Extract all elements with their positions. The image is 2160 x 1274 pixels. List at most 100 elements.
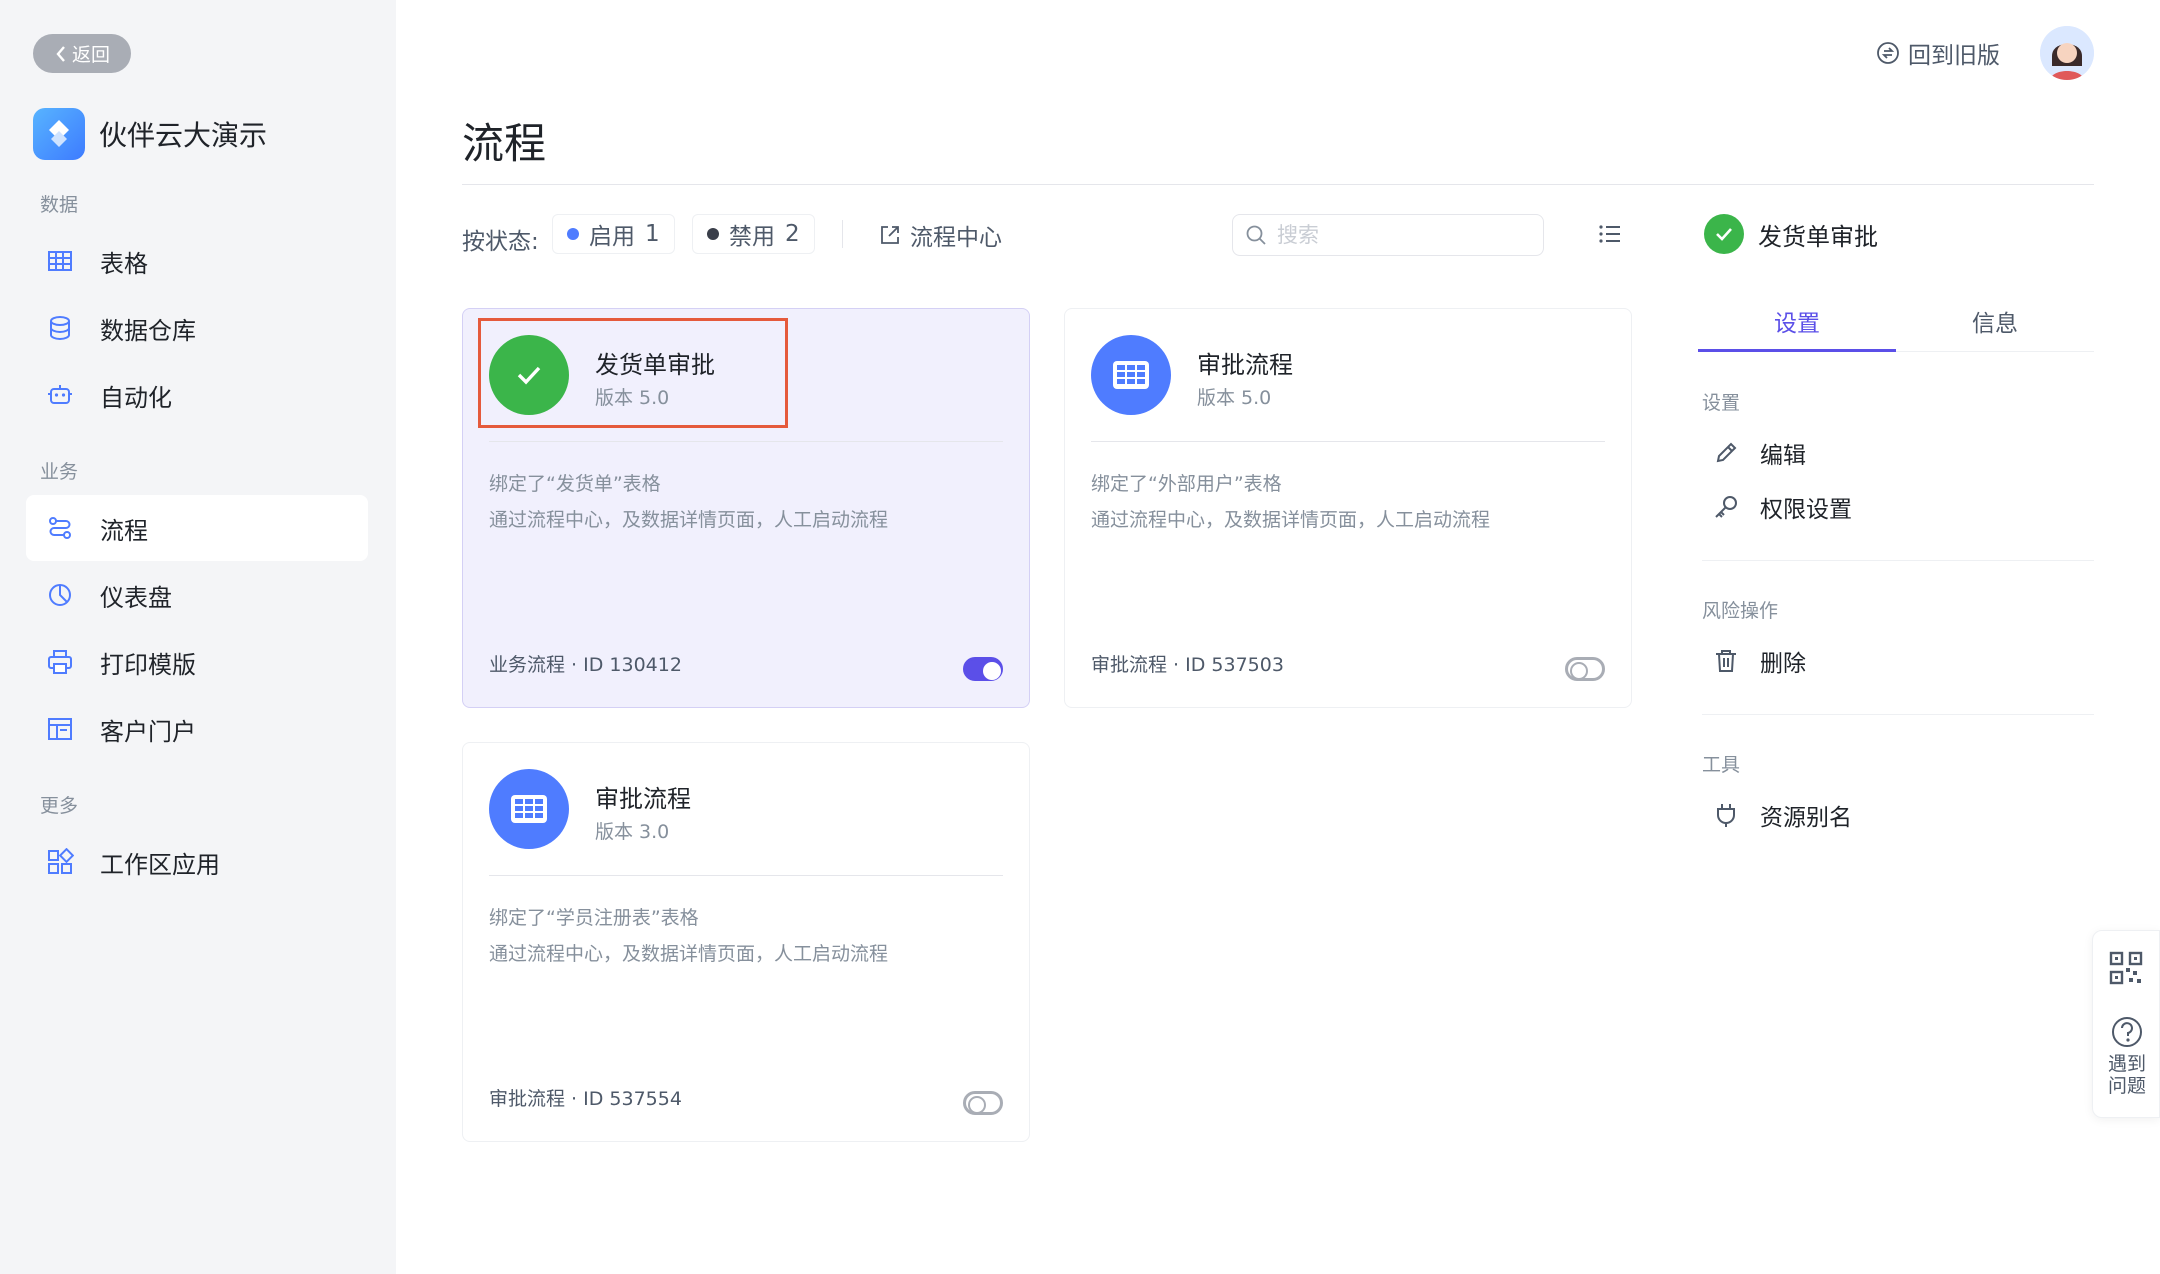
section-tools-heading: 工具: [1702, 754, 1741, 776]
sidebar-item-customer-portal[interactable]: 客户门户: [26, 696, 368, 762]
filter-enabled-count: 1: [645, 221, 660, 247]
flow-icon: [49, 517, 71, 539]
flow-enable-toggle[interactable]: [963, 657, 1003, 681]
flow-enable-toggle[interactable]: [963, 1091, 1003, 1115]
sidebar-item-table[interactable]: 表格: [26, 228, 368, 294]
card-divider: [489, 875, 1003, 876]
resource-alias-button[interactable]: 资源别名: [1712, 798, 1852, 832]
trash-icon: [1716, 650, 1736, 672]
sidebar-item-workspace-apps[interactable]: 工作区应用: [26, 829, 368, 895]
sidebar-item-flow[interactable]: 流程: [26, 495, 368, 561]
plug-icon: [1717, 804, 1735, 827]
flow-version: 版本 3.0: [595, 821, 670, 843]
app-logo: [33, 108, 85, 160]
flow-card[interactable]: 审批流程 版本 3.0 绑定了“学员注册表”表格 通过流程中心，及数据详情页面，…: [462, 742, 1030, 1142]
panel-title: 发货单审批: [1758, 222, 1878, 251]
card-divider: [489, 441, 1003, 442]
panel-status-badge: [1704, 214, 1744, 254]
status-filter-label: 按状态:: [462, 229, 539, 255]
sidebar-item-print-template[interactable]: 打印模版: [26, 629, 368, 695]
printer-icon: [48, 650, 72, 674]
flow-status-badge: [489, 335, 569, 415]
external-link-icon: [881, 226, 899, 244]
search-input[interactable]: [1277, 223, 1527, 247]
back-button[interactable]: 返回: [33, 34, 131, 73]
qr-code-button[interactable]: [2109, 951, 2143, 989]
delete-label: 删除: [1760, 651, 1806, 677]
nav-group-data: 数据: [40, 194, 79, 216]
tab-info[interactable]: 信息: [1896, 296, 2094, 351]
sidebar-item-label: 打印模版: [100, 650, 196, 679]
check-icon: [517, 366, 541, 385]
search-icon: [1246, 225, 1266, 245]
section-risk-heading: 风险操作: [1702, 600, 1779, 622]
title-divider: [462, 184, 2094, 185]
flow-footer: 审批流程 · ID 537503: [1091, 654, 1284, 676]
chevron-left-icon: [56, 45, 65, 62]
section-settings-heading: 设置: [1702, 392, 1741, 414]
grid-icon: [1113, 361, 1149, 389]
avatar[interactable]: [2040, 26, 2094, 80]
database-icon: [50, 316, 70, 341]
sidebar-item-label: 仪表盘: [100, 583, 172, 612]
flow-type-badge: [1091, 335, 1171, 415]
edit-button[interactable]: 编辑: [1712, 436, 1806, 470]
flow-center-label: 流程中心: [910, 225, 1002, 251]
app-header: 伙伴云大演示: [33, 108, 267, 160]
flow-center-link[interactable]: 流程中心: [878, 218, 1002, 252]
permission-settings-button[interactable]: 权限设置: [1712, 490, 1852, 524]
sidebar-item-dashboard[interactable]: 仪表盘: [26, 562, 368, 628]
disabled-dot-icon: [707, 228, 719, 240]
back-to-old-version-button[interactable]: 回到旧版: [1876, 36, 2000, 70]
sidebar-item-automation[interactable]: 自动化: [26, 362, 368, 428]
switch-icon: [1877, 42, 1899, 64]
help-button[interactable]: 遇到问题: [2093, 1015, 2160, 1097]
nav-group-more: 更多: [40, 795, 79, 817]
help-label: 遇到问题: [2107, 1053, 2146, 1097]
tab-settings[interactable]: 设置: [1698, 296, 1896, 352]
flow-name: 审批流程: [1197, 351, 1293, 379]
filter-enabled-label: 启用: [589, 224, 635, 250]
filter-enabled-chip[interactable]: 启用 1: [552, 214, 675, 254]
apps-icon: [48, 848, 74, 874]
back-label: 返回: [71, 44, 110, 66]
flow-bound-table: 绑定了“外部用户”表格: [1091, 473, 1282, 495]
flow-enable-toggle[interactable]: [1565, 657, 1605, 681]
flow-card[interactable]: 审批流程 版本 5.0 绑定了“外部用户”表格 通过流程中心，及数据详情页面，人…: [1064, 308, 1632, 708]
panel-tabs: 设置 信息: [1698, 296, 2094, 352]
sidebar-item-database[interactable]: 数据仓库: [26, 295, 368, 361]
list-icon: [1599, 225, 1620, 243]
top-bar-actions: 回到旧版: [1876, 26, 2094, 80]
list-view-button[interactable]: [1596, 220, 1624, 252]
delete-button[interactable]: 删除: [1712, 644, 1806, 678]
search-box[interactable]: [1232, 214, 1544, 256]
pencil-icon: [1716, 442, 1737, 463]
user-avatar-icon: [2040, 26, 2094, 80]
flow-bound-table: 绑定了“学员注册表”表格: [489, 907, 699, 929]
permission-label: 权限设置: [1760, 497, 1852, 523]
sidebar-item-label: 数据仓库: [100, 316, 196, 345]
section-divider: [1702, 714, 2094, 715]
sidebar-item-label: 表格: [100, 249, 148, 278]
portal-icon: [48, 718, 72, 740]
resource-alias-label: 资源别名: [1760, 805, 1852, 831]
sidebar-item-label: 客户门户: [100, 717, 196, 746]
filter-divider: [842, 220, 843, 248]
app-name: 伙伴云大演示: [99, 119, 268, 152]
filter-disabled-count: 2: [785, 221, 800, 247]
panel-header: 发货单审批: [1704, 214, 1878, 254]
flow-description: 通过流程中心，及数据详情页面，人工启动流程: [489, 509, 889, 531]
filter-disabled-label: 禁用: [729, 224, 775, 250]
table-icon: [48, 251, 72, 271]
floating-helper: 遇到问题: [2092, 930, 2160, 1118]
flow-description: 通过流程中心，及数据详情页面，人工启动流程: [489, 943, 889, 965]
dashboard-icon: [49, 584, 71, 606]
flow-card[interactable]: 发货单审批 版本 5.0 绑定了“发货单”表格 通过流程中心，及数据详情页面，人…: [462, 308, 1030, 708]
sidebar: 返回 伙伴云大演示 数据 表格 数据仓库 自动化 业务 流程 仪表盘 打印模版: [0, 0, 396, 1274]
edit-label: 编辑: [1760, 443, 1806, 469]
old-version-label: 回到旧版: [1908, 43, 2000, 69]
flow-name: 发货单审批: [595, 351, 715, 379]
flow-bound-table: 绑定了“发货单”表格: [489, 473, 661, 495]
filter-disabled-chip[interactable]: 禁用 2: [692, 214, 815, 254]
qr-code-icon: [2109, 951, 2143, 985]
